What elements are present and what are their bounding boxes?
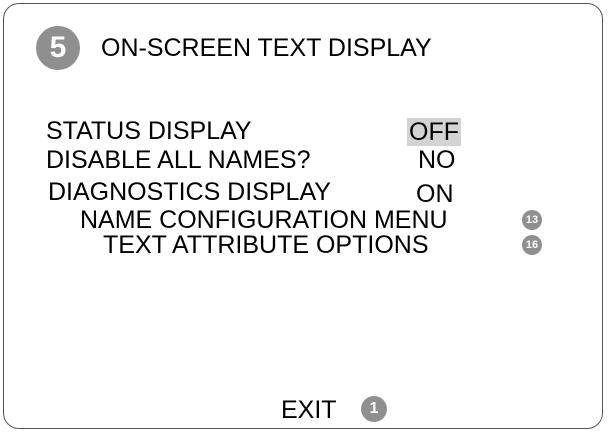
exit-button[interactable]: EXIT bbox=[281, 396, 337, 424]
diagnostics-display-value[interactable]: ON bbox=[416, 180, 454, 208]
menu-title: ON-SCREEN TEXT DISPLAY bbox=[101, 34, 432, 62]
name-configuration-menu-item[interactable]: NAME CONFIGURATION MENU bbox=[80, 206, 448, 234]
menu-number-badge: 5 bbox=[36, 26, 80, 70]
text-attribute-options-page-badge: 16 bbox=[522, 235, 542, 255]
exit-page-badge: 1 bbox=[361, 396, 387, 422]
disable-all-names-label[interactable]: DISABLE ALL NAMES? bbox=[46, 146, 310, 174]
name-configuration-page-badge: 13 bbox=[522, 210, 542, 230]
diagnostics-display-label[interactable]: DIAGNOSTICS DISPLAY bbox=[48, 178, 331, 206]
disable-all-names-value[interactable]: NO bbox=[418, 146, 456, 174]
status-display-value[interactable]: OFF bbox=[407, 118, 461, 146]
status-display-label[interactable]: STATUS DISPLAY bbox=[46, 117, 252, 145]
text-attribute-options-item[interactable]: TEXT ATTRIBUTE OPTIONS bbox=[103, 231, 429, 259]
